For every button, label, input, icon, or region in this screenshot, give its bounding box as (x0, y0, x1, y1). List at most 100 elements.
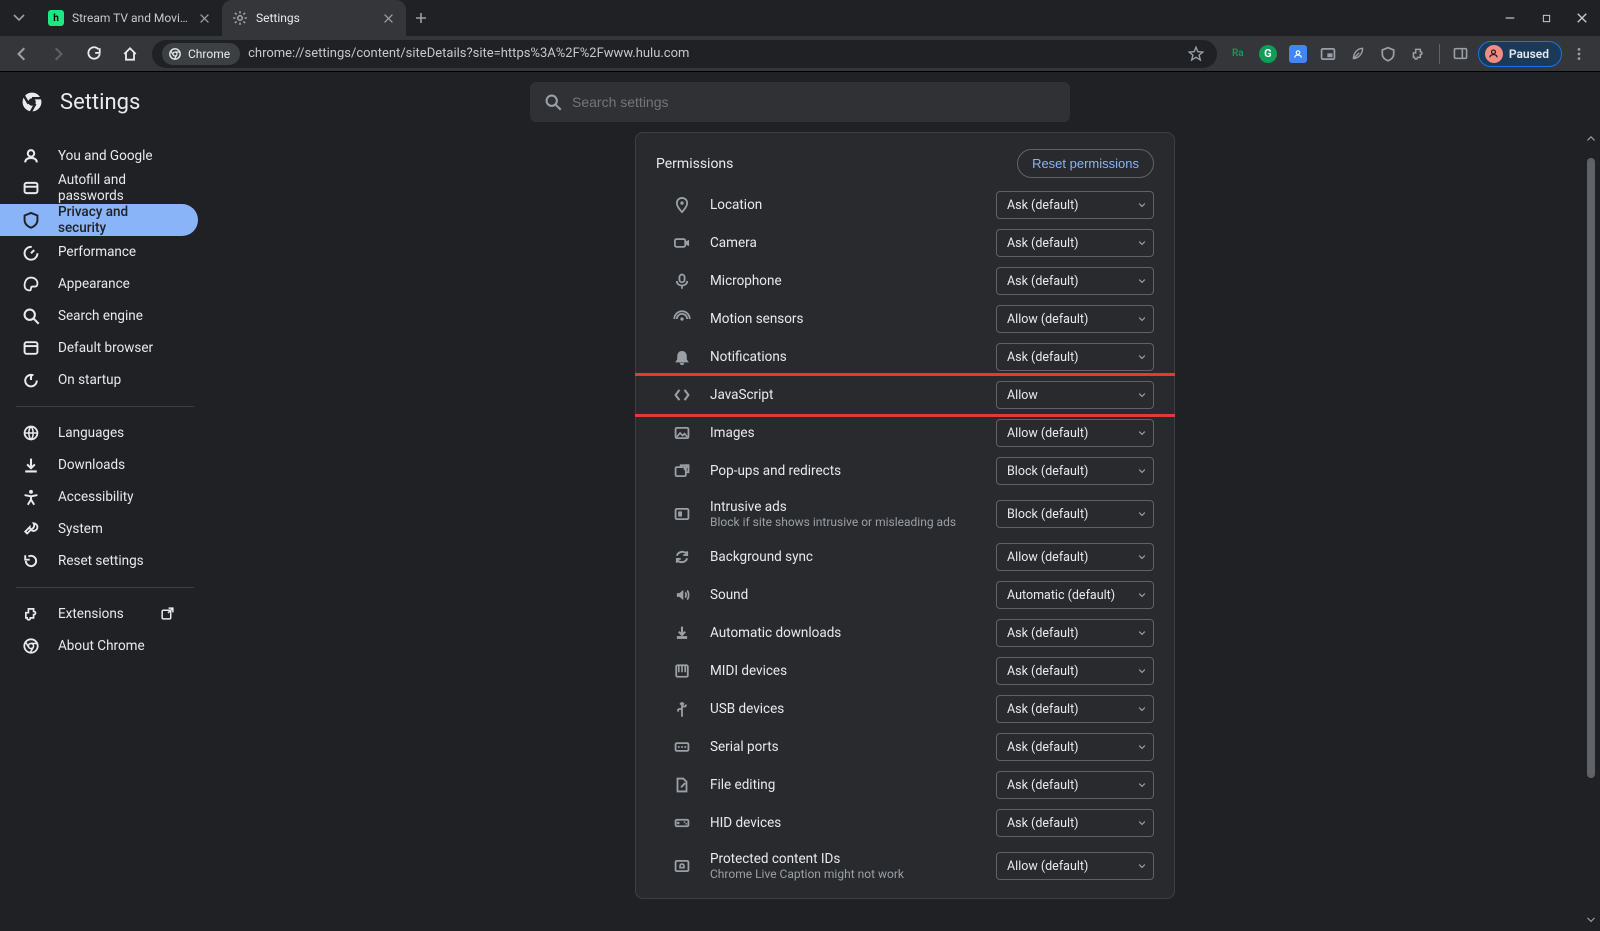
sidebar-item-performance[interactable]: Performance (0, 236, 198, 268)
sidebar-item-accessibility[interactable]: Accessibility (0, 481, 198, 513)
page-scrollbar[interactable] (1584, 132, 1598, 927)
permission-select[interactable]: Ask (default) (996, 809, 1154, 837)
omnibox[interactable]: Chrome chrome://settings/content/siteDet… (152, 40, 1217, 68)
permission-label: Notifications (710, 349, 978, 365)
permission-select[interactable]: Allow (996, 381, 1154, 409)
sync-icon (672, 547, 692, 567)
sidebar-item-on-startup[interactable]: On startup (0, 364, 198, 396)
tab-close-button[interactable] (380, 10, 396, 26)
camera-icon (672, 233, 692, 253)
sidebar-item-label: Reset settings (58, 553, 144, 569)
tab-title: Stream TV and Movies Live an (72, 11, 188, 25)
site-info-chip[interactable]: Chrome (162, 43, 240, 65)
sidebar-separator (16, 406, 194, 407)
permission-select[interactable]: Ask (default) (996, 695, 1154, 723)
sidebar-item-privacy-and-security[interactable]: Privacy and security (0, 204, 198, 236)
autofill-icon (22, 179, 40, 197)
chevron-down-icon (1137, 590, 1147, 600)
chevron-down-icon (1137, 666, 1147, 676)
permission-row-background-sync: Background syncAllow (default) (636, 538, 1174, 576)
toolbar-separator (1439, 44, 1440, 64)
extension-icon-grammarly[interactable]: G (1255, 41, 1281, 67)
sidebar-item-label: Languages (58, 425, 124, 441)
scroll-down-icon[interactable] (1584, 913, 1598, 927)
tab-search-button[interactable] (0, 0, 38, 36)
sidebar-item-default-browser[interactable]: Default browser (0, 332, 198, 364)
extension-icon-pip[interactable] (1315, 41, 1341, 67)
permissions-title: Permissions (656, 156, 733, 172)
permission-select[interactable]: Allow (default) (996, 852, 1154, 880)
permission-select[interactable]: Allow (default) (996, 543, 1154, 571)
settings-title: Settings (60, 90, 140, 115)
permission-select[interactable]: Ask (default) (996, 191, 1154, 219)
permission-select[interactable]: Automatic (default) (996, 581, 1154, 609)
window-maximize-button[interactable] (1528, 0, 1564, 36)
permission-sublabel: Block if site shows intrusive or mislead… (710, 515, 978, 529)
settings-search-box[interactable] (530, 82, 1070, 122)
permission-select[interactable]: Block (default) (996, 500, 1154, 528)
permission-select[interactable]: Ask (default) (996, 343, 1154, 371)
sidebar-item-reset-settings[interactable]: Reset settings (0, 545, 198, 577)
sidebar-item-languages[interactable]: Languages (0, 417, 198, 449)
bookmark-star-button[interactable] (1185, 40, 1207, 68)
scrollbar-thumb[interactable] (1587, 158, 1595, 778)
side-panel-button[interactable] (1448, 41, 1474, 67)
extension-icon-shield[interactable] (1375, 41, 1401, 67)
permission-select-value: Allow (default) (1007, 312, 1088, 327)
sidebar-item-about-chrome[interactable]: About Chrome (0, 630, 198, 662)
sidebar-item-downloads[interactable]: Downloads (0, 449, 198, 481)
permission-label: Pop-ups and redirects (710, 463, 978, 479)
tab-close-button[interactable] (196, 10, 212, 26)
permission-row-images: ImagesAllow (default) (636, 414, 1174, 452)
reset-permissions-button[interactable]: Reset permissions (1017, 149, 1154, 178)
permission-select[interactable]: Ask (default) (996, 619, 1154, 647)
permission-select-value: Block (default) (1007, 507, 1088, 522)
sidebar-item-label: Autofill and passwords (58, 172, 176, 204)
sidebar-item-label: Accessibility (58, 489, 134, 505)
permission-select[interactable]: Allow (default) (996, 305, 1154, 333)
chrome-icon (22, 637, 40, 655)
code-icon (672, 385, 692, 405)
sidebar-item-autofill-and-passwords[interactable]: Autofill and passwords (0, 172, 198, 204)
sidebar-item-label: Downloads (58, 457, 125, 473)
permission-select[interactable]: Block (default) (996, 457, 1154, 485)
permission-select-value: Ask (default) (1007, 236, 1079, 251)
permission-select[interactable]: Ask (default) (996, 771, 1154, 799)
sidebar-item-you-and-google[interactable]: You and Google (0, 140, 198, 172)
url-text: chrome://settings/content/siteDetails?si… (248, 46, 689, 61)
permission-row-camera: CameraAsk (default) (636, 224, 1174, 262)
new-tab-button[interactable] (406, 0, 436, 36)
permission-select-value: Ask (default) (1007, 778, 1079, 793)
extensions-menu-button[interactable] (1405, 41, 1431, 67)
permission-select[interactable]: Allow (default) (996, 419, 1154, 447)
nav-forward-button[interactable] (44, 40, 72, 68)
profile-paused-chip[interactable]: Paused (1478, 41, 1562, 67)
permission-select[interactable]: Ask (default) (996, 733, 1154, 761)
external-link-icon (160, 606, 176, 622)
sidebar-item-appearance[interactable]: Appearance (0, 268, 198, 300)
chevron-down-icon (1137, 704, 1147, 714)
window-minimize-button[interactable] (1492, 0, 1528, 36)
sidebar-item-search-engine[interactable]: Search engine (0, 300, 198, 332)
settings-search-input[interactable] (572, 94, 1056, 110)
search-icon (22, 307, 40, 325)
permission-select[interactable]: Ask (default) (996, 267, 1154, 295)
window-close-button[interactable] (1564, 0, 1600, 36)
midi-icon (672, 661, 692, 681)
browser-tab[interactable]: Settings (222, 0, 406, 36)
sidebar-item-extensions[interactable]: Extensions (0, 598, 198, 630)
nav-reload-button[interactable] (80, 40, 108, 68)
nav-back-button[interactable] (8, 40, 36, 68)
permission-select[interactable]: Ask (default) (996, 229, 1154, 257)
chrome-menu-button[interactable] (1566, 41, 1592, 67)
permission-select[interactable]: Ask (default) (996, 657, 1154, 685)
scroll-up-icon[interactable] (1584, 132, 1598, 146)
extension-icon-blue[interactable] (1285, 41, 1311, 67)
extension-icon-1[interactable]: Ra (1225, 41, 1251, 67)
mic-icon (672, 271, 692, 291)
browser-tab[interactable]: hStream TV and Movies Live an (38, 0, 222, 36)
nav-home-button[interactable] (116, 40, 144, 68)
permission-label: MIDI devices (710, 663, 978, 679)
sidebar-item-system[interactable]: System (0, 513, 198, 545)
extension-icon-feather[interactable] (1345, 41, 1371, 67)
